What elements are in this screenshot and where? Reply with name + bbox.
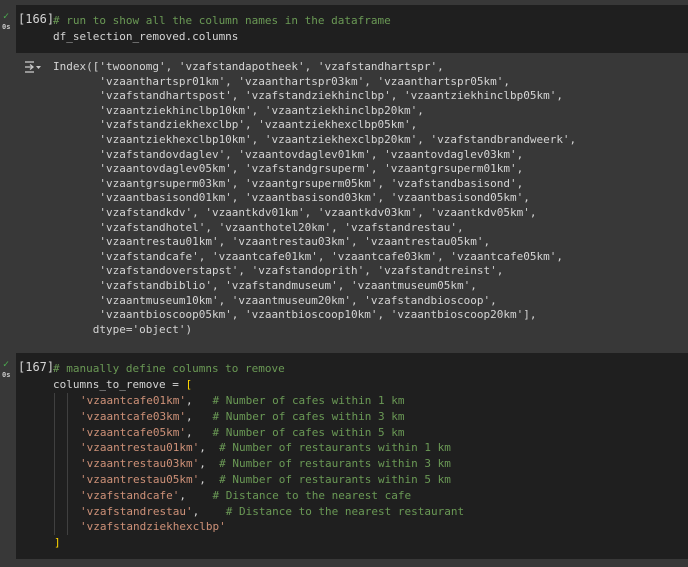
list-item: 'vzaantcafe03km', # Number of cafes with…: [80, 409, 405, 424]
inline-comment: # Number of cafes within 1 km: [212, 394, 405, 407]
inline-comment: # Number of restaurants within 5 km: [219, 473, 451, 486]
output-line: 'vzafstandziekhexclbp', 'vzaantziekhexcl…: [53, 118, 418, 132]
list-item: 'vzafstandrestau', # Distance to the nea…: [80, 504, 464, 519]
code-editor[interactable]: [166] # run to show all the column names…: [16, 5, 688, 53]
column-name-string: 'vzafstandcafe': [80, 488, 180, 502]
output-line: 'vzaantziekhexclbp10km', 'vzaantziekhexc…: [53, 133, 577, 146]
inline-comment: # Number of restaurants within 3 km: [219, 457, 451, 471]
inline-comment: # Number of cafes within 3 km: [212, 409, 405, 423]
column-name-string: 'vzaantrestau03km': [80, 457, 200, 471]
output-line: 'vzaantrestau01km', 'vzaantrestau03km', …: [53, 235, 491, 249]
list-item: 'vzafstandcafe', # Distance to the neare…: [80, 488, 411, 503]
list-item: 'vzafstandziekhexclbp': [80, 519, 226, 534]
output-line: 'vzaantbasisond01km', 'vzaantbasisond03k…: [53, 191, 530, 205]
code-line-assign: columns_to_remove = [: [53, 377, 192, 392]
separator: ,: [192, 504, 226, 518]
inline-comment: # Number of restaurants within 1 km: [219, 441, 451, 455]
output-line: dtype='object'): [53, 322, 193, 336]
output-line: 'vzafstandcafe', 'vzaantcafe01km', 'vzaa…: [53, 249, 563, 263]
separator: ,: [185, 425, 213, 439]
output-line: 'vzaanthartspr01km', 'vzaanthartspr03km'…: [53, 74, 510, 88]
output-line: 'vzafstandhotel', 'vzaanthotel20km', 'vz…: [53, 220, 464, 234]
output-toggle-icon[interactable]: [24, 60, 42, 74]
open-bracket: [: [185, 378, 193, 391]
execution-count[interactable]: [167]: [18, 360, 54, 374]
list-item: 'vzaantrestau03km', # Number of restaura…: [80, 456, 451, 471]
inline-comment: # Distance to the nearest restaurant: [225, 504, 465, 518]
separator: ,: [199, 457, 220, 471]
column-name-string: 'vzafstandziekhexclbp': [80, 520, 226, 534]
output-line: 'vzaantbioscoop05km', 'vzaantbioscoop10k…: [53, 308, 537, 322]
code-comment: # manually define columns to remove: [53, 362, 285, 375]
separator: ,: [185, 394, 213, 407]
list-item: 'vzaantcafe01km', # Number of cafes with…: [80, 393, 405, 408]
column-name-string: 'vzaantcafe05km': [80, 425, 186, 439]
output-line: Index(['twoonomg', 'vzafstandapotheek', …: [53, 60, 444, 73]
separator: ,: [185, 409, 213, 423]
close-bracket: ]: [54, 536, 61, 549]
output-line: 'vzafstandkdv', 'vzaantkdv01km', 'vzaant…: [53, 206, 537, 219]
column-name-string: 'vzaantcafe01km': [80, 394, 186, 407]
column-name-string: 'vzaantcafe03km': [80, 409, 186, 423]
output-line: 'vzaantovdaglev05km', 'vzafstandgrsuperm…: [53, 162, 524, 176]
run-duration: 0s: [2, 371, 11, 379]
code-editor[interactable]: [167] # manually define columns to remov…: [16, 353, 688, 559]
separator: ,: [179, 488, 213, 502]
separator: ,: [199, 473, 220, 486]
output-line: 'vzafstandbiblio', 'vzafstandmuseum', 'v…: [53, 279, 477, 292]
separator: ,: [199, 441, 220, 455]
execution-count[interactable]: [166]: [18, 12, 54, 26]
output-line: 'vzafstandhartspost', 'vzafstandziekhinc…: [53, 89, 563, 103]
list-item: 'vzaantcafe05km', # Number of cafes with…: [80, 425, 405, 440]
check-icon: ✓: [3, 359, 10, 370]
code-cell-167[interactable]: ✓ 0s [167] # manually define columns to …: [0, 353, 688, 559]
check-icon: ✓: [3, 11, 10, 22]
column-name-string: 'vzaantrestau05km': [80, 473, 200, 486]
run-duration: 0s: [2, 23, 11, 31]
list-item: 'vzaantrestau01km', # Number of restaura…: [80, 440, 451, 455]
inline-comment: # Distance to the nearest cafe: [212, 488, 412, 502]
inline-comment: # Number of cafes within 5 km: [212, 425, 405, 439]
column-name-string: 'vzaantrestau01km': [80, 441, 200, 455]
code-comment: # run to show all the column names in th…: [53, 14, 391, 27]
code-cell-166[interactable]: ✓ 0s [166] # run to show all the column …: [0, 0, 688, 340]
column-name-string: 'vzafstandrestau': [80, 504, 193, 518]
output-line: 'vzaantgrsuperm03km', 'vzaantgrsuperm05k…: [53, 176, 524, 190]
output-line: 'vzaantziekhinclbp10km', 'vzaantziekhinc…: [53, 103, 424, 117]
indent-guide: [54, 393, 55, 535]
indent-guide: [67, 393, 68, 535]
output-line: 'vzafstandoverstapst', 'vzafstandoprith'…: [53, 264, 504, 278]
variable-assignment: columns_to_remove =: [53, 378, 186, 391]
output-line: 'vzafstandovdaglev', 'vzaantovdaglev01km…: [53, 147, 524, 161]
output-line: 'vzaantmuseum10km', 'vzaantmuseum20km', …: [53, 293, 497, 307]
code-line: df_selection_removed.columns: [53, 30, 239, 43]
list-item: 'vzaantrestau05km', # Number of restaura…: [80, 472, 451, 487]
